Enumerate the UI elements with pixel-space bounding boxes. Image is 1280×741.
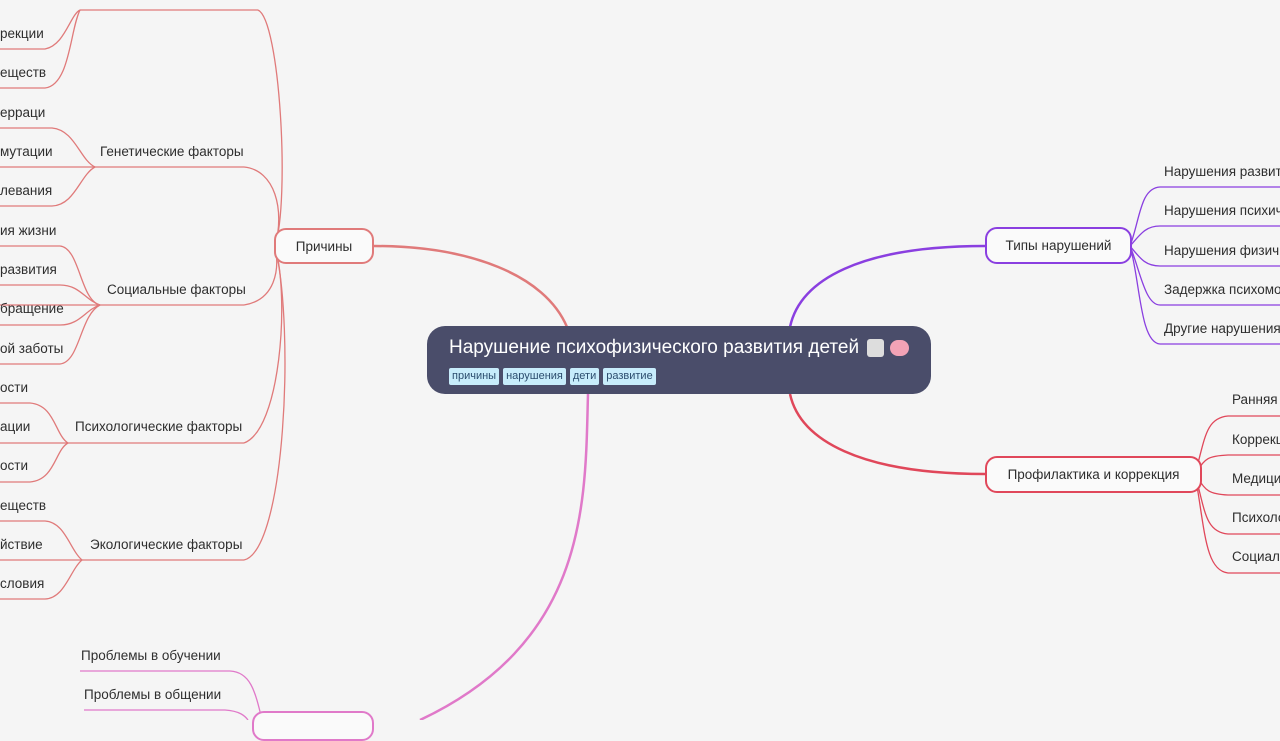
family-emoji-icon xyxy=(867,339,885,357)
root-node[interactable]: Нарушение психофизического развития дете… xyxy=(427,326,931,394)
root-title: Нарушение психофизического развития дете… xyxy=(449,336,909,360)
consequence-leaf[interactable]: Проблемы в обучении xyxy=(81,647,221,665)
cause-leaf[interactable]: ия жизни xyxy=(0,222,56,240)
cause-leaf[interactable]: левания xyxy=(0,182,52,200)
prevention-leaf[interactable]: Социал xyxy=(1232,548,1280,566)
consequence-leaf[interactable]: Проблемы в общении xyxy=(84,686,221,704)
cause-group-psychological[interactable]: Психологические факторы xyxy=(75,418,242,436)
cause-leaf[interactable]: ации xyxy=(0,418,30,436)
branch-prevention[interactable]: Профилактика и коррекция xyxy=(985,456,1202,493)
cause-leaf[interactable]: ости xyxy=(0,457,28,475)
cause-group-social[interactable]: Социальные факторы xyxy=(107,281,246,299)
cause-leaf[interactable]: словия xyxy=(0,575,44,593)
type-leaf[interactable]: Нарушения физич xyxy=(1164,242,1279,260)
branch-types[interactable]: Типы нарушений xyxy=(985,227,1132,264)
type-leaf[interactable]: Другие нарушения xyxy=(1164,320,1280,338)
root-title-text: Нарушение психофизического развития дете… xyxy=(449,337,860,358)
cause-group-ecological[interactable]: Экологические факторы xyxy=(90,536,242,554)
root-tags: причины нарушения дети развитие xyxy=(449,368,909,385)
tag[interactable]: дети xyxy=(569,368,600,385)
cause-leaf[interactable]: мутации xyxy=(0,143,53,161)
type-leaf[interactable]: Нарушения психич xyxy=(1164,202,1280,220)
brain-emoji-icon xyxy=(890,340,909,356)
branch-consequences[interactable] xyxy=(252,711,374,741)
cause-leaf[interactable]: йствие xyxy=(0,536,43,554)
branch-prevention-label: Профилактика и коррекция xyxy=(1007,467,1180,482)
prevention-leaf[interactable]: Психоло xyxy=(1232,509,1280,527)
cause-leaf[interactable]: ости xyxy=(0,379,28,397)
tag[interactable]: развитие xyxy=(603,368,656,385)
cause-leaf[interactable]: рекции xyxy=(0,25,44,43)
cause-leaf[interactable]: еществ xyxy=(0,497,46,515)
prevention-leaf[interactable]: Медици xyxy=(1232,470,1280,488)
tag[interactable]: нарушения xyxy=(503,368,566,385)
branch-types-label: Типы нарушений xyxy=(1005,238,1112,253)
cause-leaf[interactable]: еществ xyxy=(0,64,46,82)
tag[interactable]: причины xyxy=(449,368,500,385)
type-leaf[interactable]: Задержка психомо xyxy=(1164,281,1280,299)
cause-group-genetic[interactable]: Генетические факторы xyxy=(100,143,244,161)
branch-causes-label: Причины xyxy=(295,238,353,254)
cause-leaf[interactable]: ой заботы xyxy=(0,340,63,358)
cause-leaf[interactable]: бращение xyxy=(0,300,64,318)
type-leaf[interactable]: Нарушения развит xyxy=(1164,163,1280,181)
branch-causes[interactable]: Причины xyxy=(274,228,374,264)
prevention-leaf[interactable]: Ранняя xyxy=(1232,391,1278,409)
cause-leaf[interactable]: развития xyxy=(0,261,57,279)
mindmap-canvas: Нарушение психофизического развития дете… xyxy=(0,0,1280,741)
prevention-leaf[interactable]: Коррекц xyxy=(1232,431,1280,449)
cause-leaf[interactable]: ерраци xyxy=(0,104,45,122)
